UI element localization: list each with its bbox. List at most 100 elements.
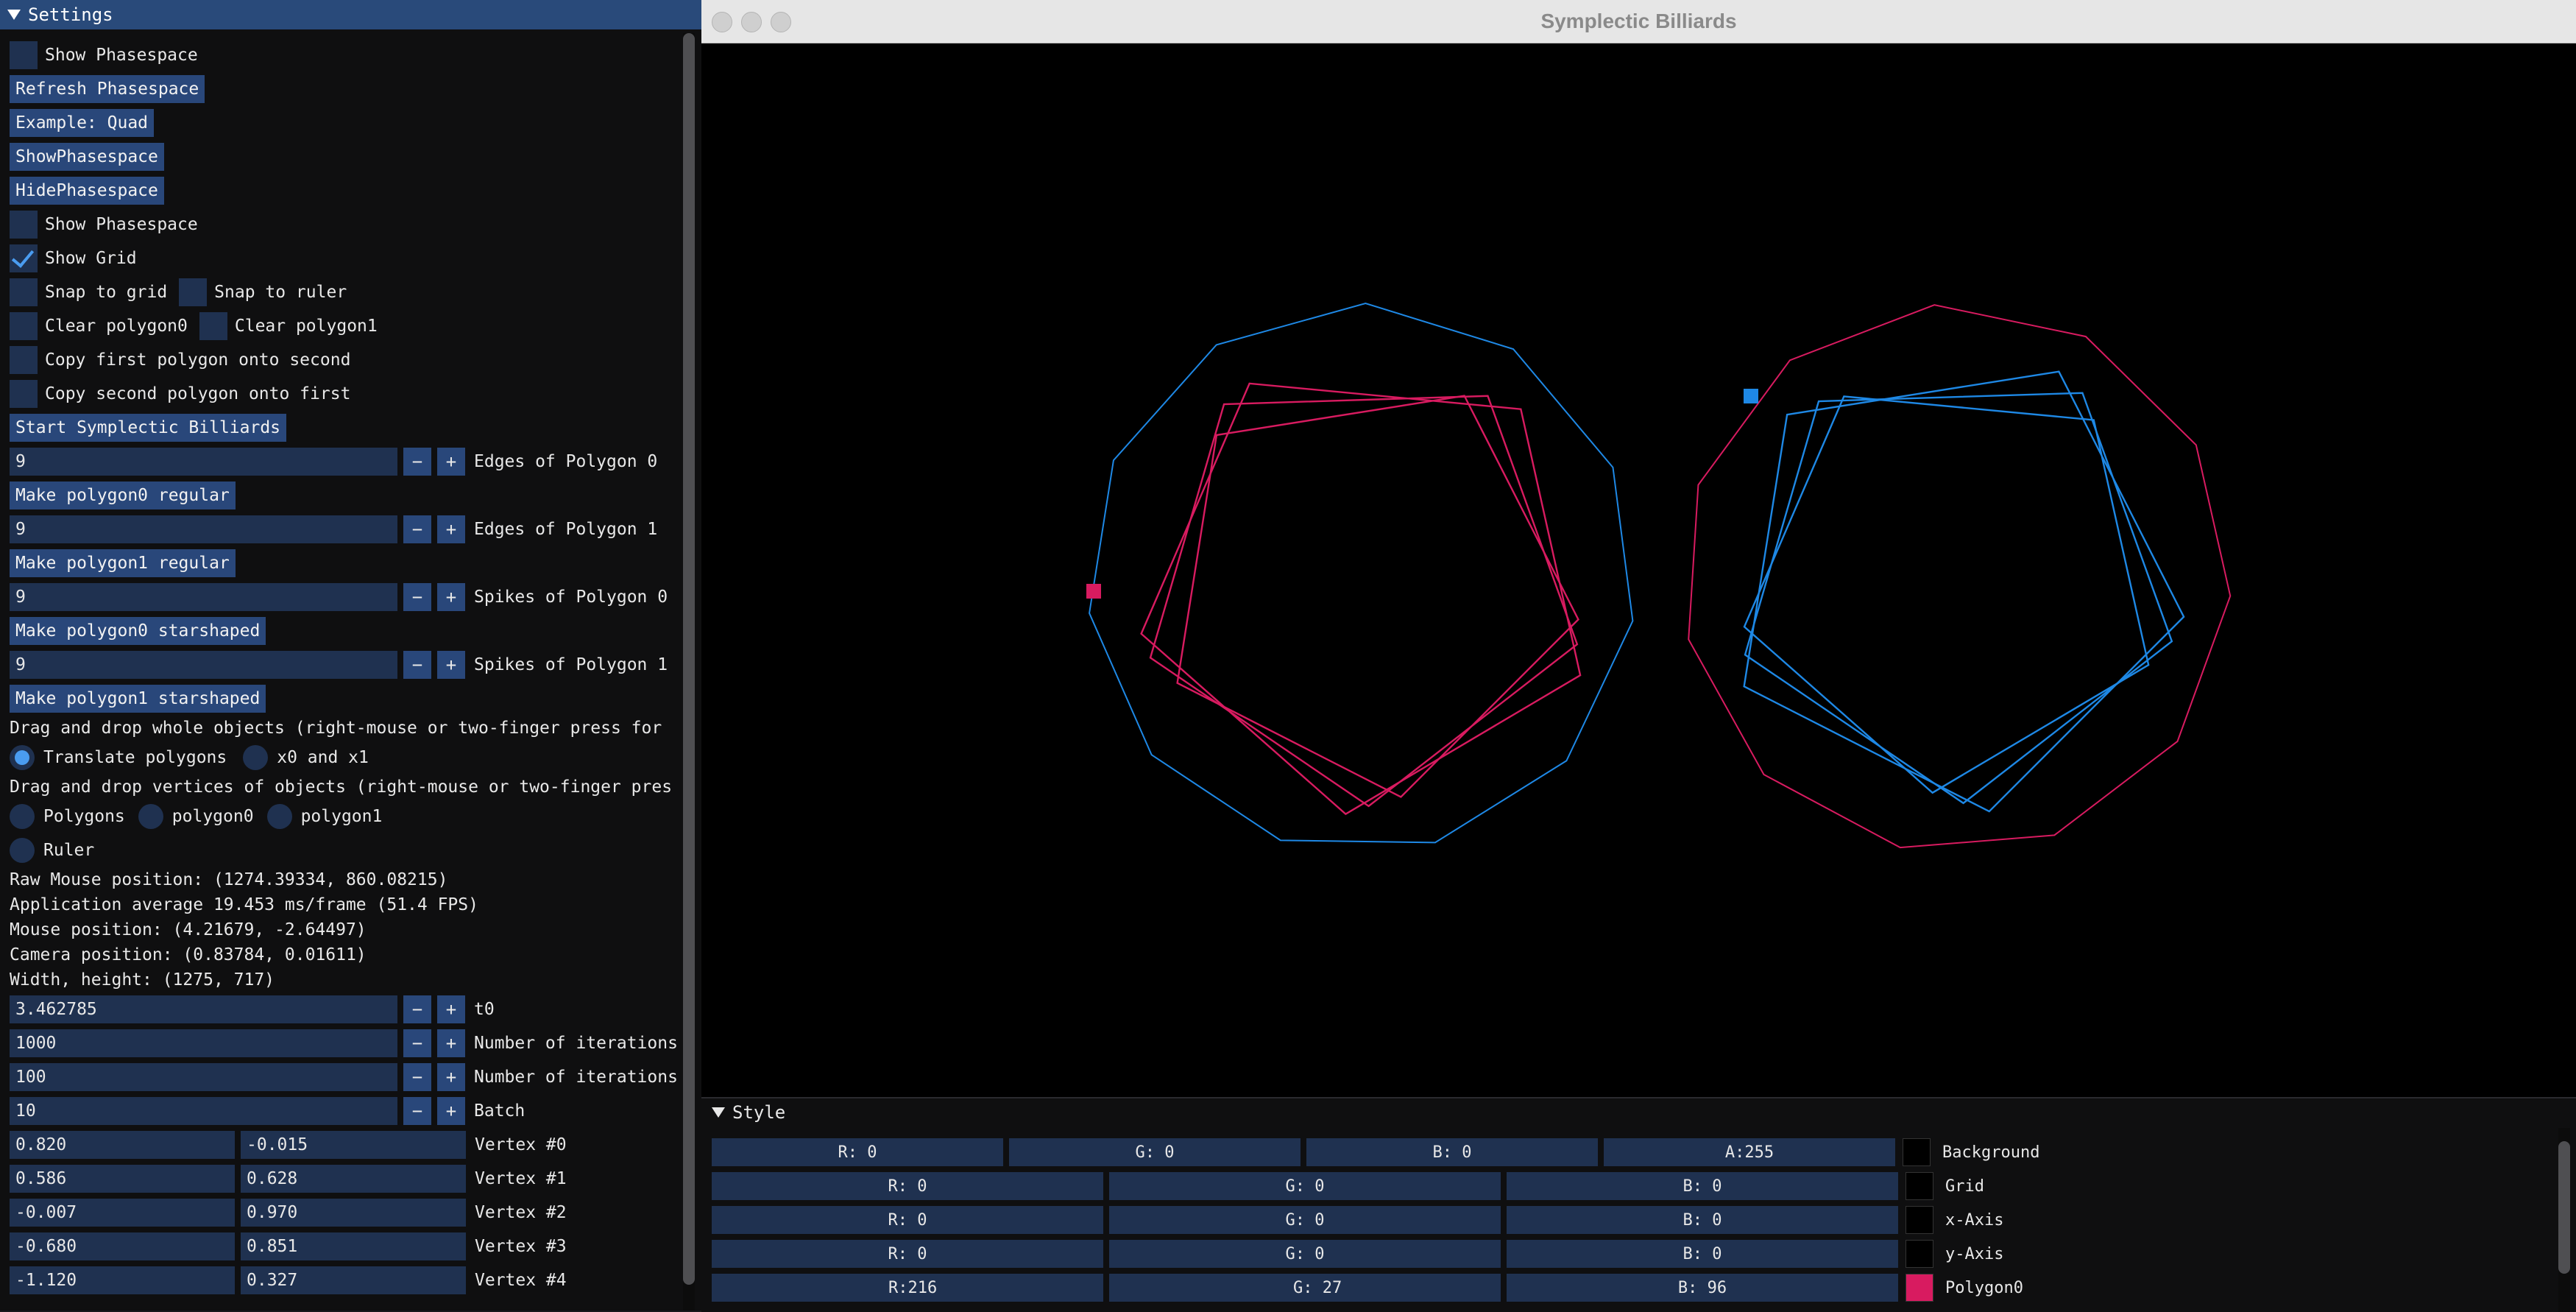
iterations-1-minus-button[interactable]: − bbox=[403, 1029, 431, 1057]
vertex-x-input[interactable]: -0.007 bbox=[10, 1199, 235, 1227]
start-billiards-button[interactable]: Start Symplectic Billiards bbox=[10, 414, 287, 442]
red-field[interactable]: R: 0 bbox=[712, 1206, 1103, 1234]
red-field[interactable]: R: 0 bbox=[712, 1138, 1003, 1166]
polygon1-radio[interactable] bbox=[266, 804, 292, 829]
refresh-phasespace-button[interactable]: Refresh Phasespace bbox=[10, 75, 205, 103]
spikes-polygon0-plus-button[interactable]: + bbox=[437, 583, 465, 611]
iterations-input-2[interactable]: 100 bbox=[10, 1063, 397, 1091]
vertex-y-input[interactable]: -0.015 bbox=[241, 1131, 466, 1159]
vertex-x-input[interactable]: -0.680 bbox=[10, 1232, 235, 1260]
make-polygon0-regular-button[interactable]: Make polygon0 regular bbox=[10, 482, 236, 509]
translate-polygons-label: Translate polygons bbox=[43, 748, 227, 767]
clear-polygon0-checkbox[interactable] bbox=[10, 312, 38, 340]
spikes-polygon0-minus-button[interactable]: − bbox=[403, 583, 431, 611]
edges-polygon0-input[interactable]: 9 bbox=[10, 448, 397, 476]
iterations-input-1[interactable]: 1000 bbox=[10, 1029, 397, 1057]
make-polygon0-starshaped-button[interactable]: Make polygon0 starshaped bbox=[10, 617, 266, 645]
edges-polygon0-minus-button[interactable]: − bbox=[403, 448, 431, 476]
vertex-y-input[interactable]: 0.327 bbox=[241, 1266, 466, 1294]
iterations-label-1: Number of iterations bbox=[474, 1034, 678, 1053]
show-phasespace-checkbox-2[interactable] bbox=[10, 211, 38, 239]
example-quad-button[interactable]: Example: Quad bbox=[10, 109, 155, 137]
edges-polygon0-label: Edges of Polygon 0 bbox=[474, 452, 658, 471]
translate-polygons-radio[interactable] bbox=[10, 745, 35, 770]
spikes-polygon1-minus-button[interactable]: − bbox=[403, 651, 431, 679]
edges-polygon1-plus-button[interactable]: + bbox=[437, 515, 465, 543]
alpha-field[interactable]: A:255 bbox=[1604, 1138, 1895, 1166]
t0-plus-button[interactable]: + bbox=[437, 995, 465, 1023]
batch-input[interactable]: 10 bbox=[10, 1097, 397, 1125]
x0-x1-radio[interactable] bbox=[243, 745, 269, 770]
window-titlebar[interactable]: Symplectic Billiards bbox=[701, 0, 2576, 43]
polygon1-marker[interactable] bbox=[1744, 389, 1758, 403]
show-phasespace-button[interactable]: ShowPhasespace bbox=[10, 143, 164, 171]
batch-plus-button[interactable]: + bbox=[437, 1097, 465, 1125]
vertex-y-input[interactable]: 0.628 bbox=[241, 1165, 466, 1193]
snap-ruler-checkbox[interactable] bbox=[179, 278, 208, 306]
polygon0-radio[interactable] bbox=[138, 804, 163, 829]
maximize-window-icon[interactable] bbox=[771, 12, 791, 32]
blue-field[interactable]: B: 0 bbox=[1507, 1172, 1898, 1200]
iterations-1-plus-button[interactable]: + bbox=[437, 1029, 465, 1057]
spikes-polygon1-input[interactable]: 9 bbox=[10, 651, 397, 679]
green-field[interactable]: G: 0 bbox=[1009, 1138, 1301, 1166]
show-phasespace-checkbox[interactable] bbox=[10, 41, 38, 69]
blue-field[interactable]: B: 0 bbox=[1507, 1206, 1898, 1234]
vertex-row: -1.120 0.327 Vertex #4 bbox=[10, 1266, 567, 1295]
polygons-radio[interactable] bbox=[10, 804, 35, 829]
close-window-icon[interactable] bbox=[712, 12, 732, 32]
copy-second-checkbox[interactable] bbox=[10, 380, 38, 408]
collapse-triangle-icon[interactable] bbox=[7, 10, 21, 20]
spikes-polygon1-plus-button[interactable]: + bbox=[437, 651, 465, 679]
red-field[interactable]: R: 0 bbox=[712, 1172, 1103, 1200]
green-field[interactable]: G: 0 bbox=[1109, 1206, 1501, 1234]
blue-field[interactable]: B: 0 bbox=[1507, 1240, 1898, 1268]
red-field[interactable]: R: 0 bbox=[712, 1240, 1103, 1268]
iterations-2-plus-button[interactable]: + bbox=[437, 1063, 465, 1091]
y-axis-color-swatch[interactable] bbox=[1906, 1240, 1933, 1268]
edges-polygon1-input[interactable]: 9 bbox=[10, 515, 397, 543]
blue-field[interactable]: B: 0 bbox=[1306, 1138, 1598, 1166]
t0-minus-button[interactable]: − bbox=[403, 995, 431, 1023]
style-scrollbar[interactable] bbox=[2558, 1128, 2570, 1312]
style-scrollbar-thumb[interactable] bbox=[2558, 1141, 2570, 1274]
show-grid-checkbox[interactable] bbox=[10, 244, 38, 272]
green-field[interactable]: G: 27 bbox=[1109, 1274, 1501, 1302]
edges-polygon1-minus-button[interactable]: − bbox=[403, 515, 431, 543]
polygon0-color-swatch[interactable] bbox=[1906, 1274, 1933, 1302]
vertex-y-input[interactable]: 0.970 bbox=[241, 1199, 466, 1227]
batch-minus-button[interactable]: − bbox=[403, 1097, 431, 1125]
settings-scrollbar-thumb[interactable] bbox=[683, 33, 695, 1285]
red-field[interactable]: R:216 bbox=[712, 1274, 1103, 1302]
spikes-polygon0-input[interactable]: 9 bbox=[10, 583, 397, 611]
vertex-label: Vertex #2 bbox=[475, 1203, 567, 1222]
settings-titlebar[interactable]: Settings bbox=[0, 0, 701, 29]
vertex-y-input[interactable]: 0.851 bbox=[241, 1232, 466, 1260]
hide-phasespace-button[interactable]: HidePhasespace bbox=[10, 177, 164, 205]
collapse-triangle-icon[interactable] bbox=[712, 1107, 725, 1118]
show-phasespace-row[interactable]: Show Phasespace bbox=[10, 40, 198, 70]
iterations-2-minus-button[interactable]: − bbox=[403, 1063, 431, 1091]
edges-polygon0-plus-button[interactable]: + bbox=[437, 448, 465, 476]
copy-first-checkbox[interactable] bbox=[10, 346, 38, 374]
snap-grid-checkbox[interactable] bbox=[10, 278, 38, 306]
minimize-window-icon[interactable] bbox=[741, 12, 762, 32]
make-polygon1-regular-button[interactable]: Make polygon1 regular bbox=[10, 549, 236, 577]
polygon0-marker[interactable] bbox=[1086, 584, 1101, 599]
green-field[interactable]: G: 0 bbox=[1109, 1240, 1501, 1268]
billiards-canvas[interactable] bbox=[701, 43, 2576, 1097]
background-color-swatch[interactable] bbox=[1903, 1138, 1931, 1166]
vertex-x-input[interactable]: 0.820 bbox=[10, 1131, 235, 1159]
ruler-radio[interactable] bbox=[10, 838, 35, 863]
vertex-x-input[interactable]: 0.586 bbox=[10, 1165, 235, 1193]
vertex-x-input[interactable]: -1.120 bbox=[10, 1266, 235, 1294]
t0-input[interactable]: 3.462785 bbox=[10, 995, 397, 1023]
blue-field[interactable]: B: 96 bbox=[1507, 1274, 1898, 1302]
clear-polygon1-checkbox[interactable] bbox=[199, 312, 227, 340]
grid-color-swatch[interactable] bbox=[1906, 1172, 1933, 1200]
green-field[interactable]: G: 0 bbox=[1109, 1172, 1501, 1200]
x-axis-color-swatch[interactable] bbox=[1906, 1206, 1933, 1234]
make-polygon1-starshaped-button[interactable]: Make polygon1 starshaped bbox=[10, 685, 266, 713]
settings-scrollbar[interactable] bbox=[683, 33, 695, 1311]
style-titlebar[interactable]: Style bbox=[701, 1098, 2576, 1126]
